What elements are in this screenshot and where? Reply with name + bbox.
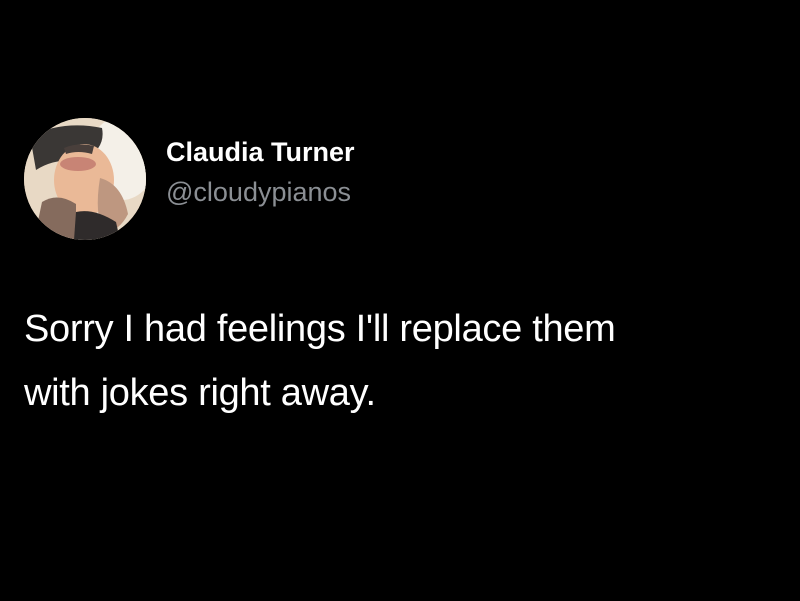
tweet-card: Claudia Turner @cloudypianos Sorry I had… <box>0 0 800 601</box>
tweet-text-line-1: Sorry I had feelings I'll replace them <box>24 308 616 350</box>
author-block: Claudia Turner @cloudypianos <box>166 135 355 209</box>
author-handle[interactable]: @cloudypianos <box>166 175 355 209</box>
profile-photo-icon <box>24 118 146 240</box>
author-name[interactable]: Claudia Turner <box>166 135 355 169</box>
tweet-text: Sorry I had feelings I'll replace them w… <box>24 297 794 425</box>
avatar[interactable] <box>24 118 146 240</box>
tweet-text-line-2: with jokes right away. <box>24 372 376 414</box>
